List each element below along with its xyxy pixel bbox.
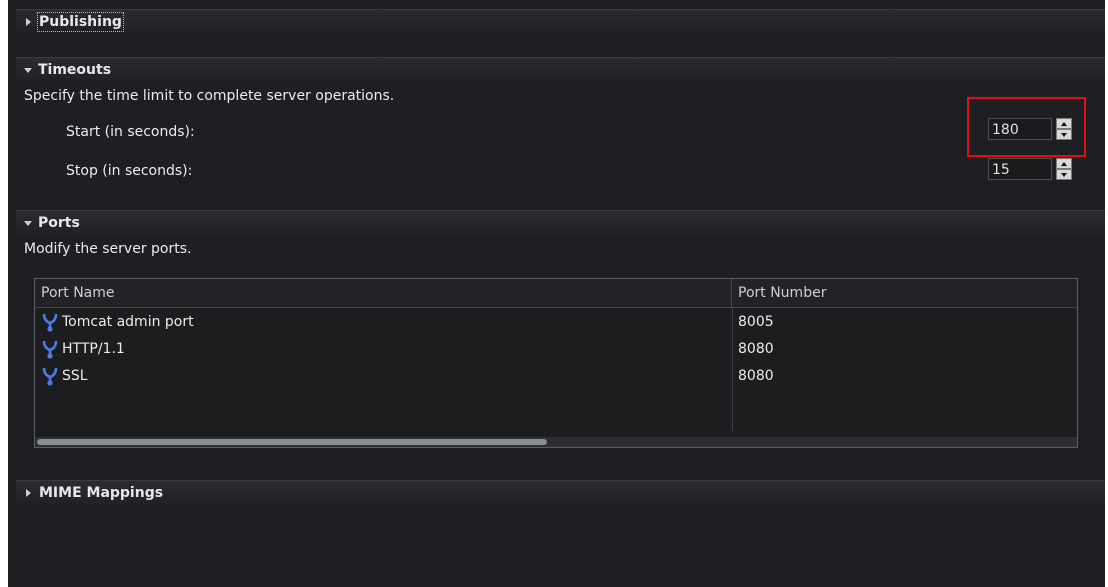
start-timeout-label: Start (in seconds): <box>66 124 195 140</box>
ports-table[interactable]: Port Name Port Number Tomcat admin port … <box>34 278 1078 448</box>
ports-section-header[interactable]: Ports <box>16 210 1105 235</box>
port-name: SSL <box>62 367 88 384</box>
ports-description: Modify the server ports. <box>24 241 192 257</box>
publishing-section-header[interactable]: Publishing <box>16 9 1105 34</box>
port-number[interactable]: 8080 <box>732 341 774 357</box>
table-row[interactable]: SSL 8080 <box>35 362 1077 389</box>
mime-section-header[interactable]: MIME Mappings <box>16 480 1105 505</box>
arrow-down-icon <box>1061 172 1067 177</box>
stop-increment-button[interactable] <box>1056 158 1072 169</box>
port-icon <box>42 340 58 359</box>
collapse-arrow-icon[interactable] <box>24 220 32 226</box>
timeouts-section-header[interactable]: Timeouts <box>16 57 1105 82</box>
timeouts-description: Specify the time limit to complete serve… <box>24 88 395 104</box>
port-number[interactable]: 8080 <box>732 368 774 384</box>
highlight-box <box>967 97 1086 157</box>
port-icon <box>42 313 58 332</box>
ports-title[interactable]: Ports <box>38 215 80 231</box>
expand-arrow-icon[interactable] <box>26 489 31 497</box>
table-row[interactable]: HTTP/1.1 8080 <box>35 335 1077 362</box>
scrollbar-thumb[interactable] <box>37 439 547 445</box>
table-row[interactable]: Tomcat admin port 8005 <box>35 308 1077 335</box>
arrow-up-icon <box>1061 161 1067 166</box>
port-icon <box>42 367 58 386</box>
port-number[interactable]: 8005 <box>732 314 774 330</box>
column-header-port-name[interactable]: Port Name <box>35 279 732 307</box>
horizontal-scrollbar[interactable] <box>35 437 1077 447</box>
port-name: Tomcat admin port <box>62 313 194 330</box>
server-editor-panel: Publishing Timeouts Specify the time lim… <box>8 0 1105 587</box>
stop-timeout-spinner[interactable]: 15 <box>988 158 1073 182</box>
stop-decrement-button[interactable] <box>1056 169 1072 180</box>
stop-timeout-input[interactable]: 15 <box>988 158 1052 180</box>
table-header: Port Name Port Number <box>35 279 1077 308</box>
column-divider <box>732 307 733 431</box>
collapse-arrow-icon[interactable] <box>24 67 32 73</box>
column-header-port-number[interactable]: Port Number <box>732 279 1077 307</box>
stop-timeout-label: Stop (in seconds): <box>66 163 193 179</box>
publishing-title[interactable]: Publishing <box>37 12 124 32</box>
mime-title[interactable]: MIME Mappings <box>39 485 163 501</box>
port-name: HTTP/1.1 <box>62 340 125 357</box>
expand-arrow-icon[interactable] <box>26 18 31 26</box>
timeouts-title[interactable]: Timeouts <box>38 62 111 78</box>
